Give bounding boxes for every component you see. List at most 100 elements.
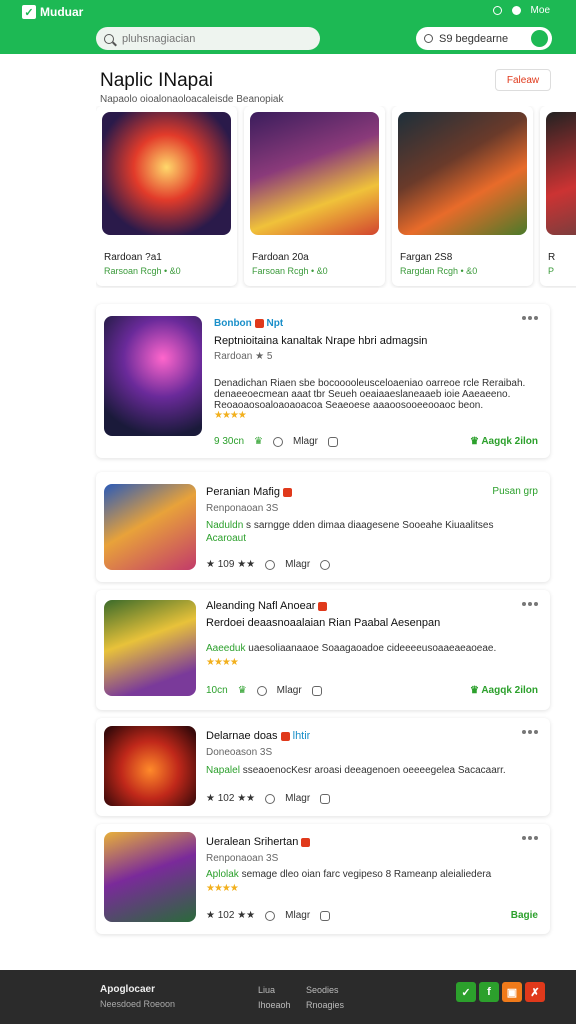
list-item[interactable]: Delarnae doas lhtir Doneoason 3S Napalel… (96, 718, 550, 816)
footer-sub: Neesdoed Roeoon (100, 999, 176, 1009)
account-label[interactable]: Moe (531, 5, 550, 16)
settings-icon[interactable] (511, 6, 521, 15)
stat-label: Mlagr (285, 559, 311, 570)
rating-stars: ★★★★ (214, 410, 246, 421)
more-options-icon[interactable] (522, 602, 538, 606)
media-icon[interactable]: ▣ (502, 982, 522, 1002)
footer-brand: Apoglocaer (100, 984, 156, 995)
comment-icon[interactable] (311, 685, 322, 696)
game-art (546, 112, 576, 235)
stat-label: Mlagr (293, 436, 319, 447)
footer-link[interactable]: Liua (258, 985, 275, 995)
rating-stars: ★★★★ (206, 883, 238, 894)
item-desc: Reoaoaosoaloaoaoacoa Seaeoese aaaoosooee… (214, 400, 484, 411)
search-icon (424, 34, 433, 43)
list-item[interactable]: Bonbon Npt Reptnioitaina kanaltak Nrape … (96, 304, 550, 458)
info-icon[interactable] (273, 436, 283, 447)
item-sub: Rardoan ★ 5 (214, 351, 273, 362)
game-thumbnail (104, 832, 196, 922)
featured-title: Rardoan ?a1 (104, 252, 162, 263)
item-badge: Bonbon Npt (214, 318, 284, 329)
notification-icon[interactable] (492, 6, 502, 15)
footer-link[interactable]: Rnoagies (306, 1000, 344, 1010)
item-stats: ★ 109 ★★ Mlagr (206, 559, 331, 570)
stat-label: Mlagr (276, 685, 302, 696)
item-stats: ★ 102 ★★ Mlagr (206, 910, 331, 921)
more-options-icon[interactable] (522, 836, 538, 840)
downloads-count: 10cn (206, 685, 228, 696)
comment-icon[interactable] (320, 793, 331, 804)
top-icons: Moe (492, 5, 550, 16)
info-icon[interactable] (265, 910, 276, 921)
featured-card[interactable]: R P (540, 106, 576, 286)
top-bar: ✓ Muduar Moe S9 begdearne (0, 0, 576, 54)
item-title: Delarnae doas lhtir (206, 730, 311, 742)
item-desc: Denadichan Riaen sbe bocooooleusceloaeni… (214, 378, 526, 389)
section-subtitle: Napaolo oioalonaoloacaleisde Beanopiak (100, 94, 284, 105)
featured-title: R (548, 252, 556, 263)
item-desc: Aplolak semage dleo oian farc vegipeso 8… (206, 869, 492, 880)
brand[interactable]: ✓ Muduar (22, 5, 83, 19)
rating-stars: ★★★★ (206, 657, 238, 668)
list-item[interactable]: Ueralean Srihertan Renponaoan 3S Aplolak… (96, 824, 550, 934)
install-button[interactable]: Bagie (511, 910, 538, 921)
close-share-icon[interactable]: ✗ (525, 982, 545, 1002)
info-icon[interactable] (265, 793, 276, 804)
featured-meta: Rarsoan Rcgh • &0 (104, 266, 181, 276)
info-icon[interactable] (256, 685, 267, 696)
footer-link[interactable]: Seodies (306, 985, 339, 995)
secondary-search[interactable]: S9 begdearne (416, 27, 552, 50)
item-desc: Aaeeduk uaesoliaanaaoe Soaagaoadoe cidee… (206, 643, 497, 654)
featured-card[interactable]: Rardoan ?a1 Rarsoan Rcgh • &0 (96, 106, 237, 286)
item-sub: Rerdoei deaasnoaalaian Rian Paabal Aesen… (206, 617, 441, 629)
featured-card[interactable]: Fardoan 20a Farsoan Rcgh • &0 (244, 106, 385, 286)
award-icon: ♛ (254, 436, 263, 447)
item-sub: Renponaoan 3S (206, 503, 279, 514)
more-options-icon[interactable] (522, 730, 538, 734)
game-thumbnail (104, 316, 202, 436)
list-item[interactable]: Peranian Mafig Pusan grp Renponaoan 3S N… (96, 472, 550, 582)
section-title: Naplic INapai (100, 70, 213, 91)
footer: Apoglocaer Neesdoed Roeoon Liua Ihoeaoh … (0, 970, 576, 1024)
view-all-button[interactable]: Faleaw (495, 69, 551, 91)
item-desc: Naduldn s sarngge dden dimaa diaagesene … (206, 520, 494, 531)
item-stats: 9 30cn ♛ Mlagr (214, 436, 339, 447)
game-art (398, 112, 527, 235)
comment-icon[interactable] (328, 436, 339, 447)
featured-card[interactable]: Fargan 2S8 Rargdan Rcgh • &0 (392, 106, 533, 286)
comment-icon[interactable] (320, 559, 331, 570)
item-stats: 10cn ♛ Mlagr (206, 685, 322, 696)
game-art (250, 112, 379, 235)
more-options-icon[interactable] (522, 316, 538, 320)
list-item[interactable]: Aleanding Nafl Anoear Rerdoei deaasnoaal… (96, 590, 550, 710)
install-button[interactable]: ♛ Aagqk 2ilon (470, 436, 538, 447)
item-title: Aleanding Nafl Anoear (206, 600, 328, 612)
item-tag[interactable]: Pusan grp (492, 486, 538, 497)
comment-icon[interactable] (320, 910, 331, 921)
share-icon[interactable]: ✓ (456, 982, 476, 1002)
item-title: Reptnioitaina kanaltak Nrape hbri admags… (214, 335, 428, 347)
featured-title: Fargan 2S8 (400, 252, 453, 263)
search-go-button[interactable] (531, 30, 548, 47)
brand-name: Muduar (40, 5, 84, 19)
install-button[interactable]: ♛ Aagqk 2ilon (470, 685, 538, 696)
featured-meta: Farsoan Rcgh • &0 (252, 266, 328, 276)
search-input[interactable] (122, 32, 292, 45)
search-bar[interactable] (96, 27, 320, 50)
award-icon: ♛ (237, 685, 247, 696)
footer-link[interactable]: Ihoeaoh (258, 1000, 291, 1010)
rating: ★ 102 ★★ (206, 793, 256, 804)
game-thumbnail (104, 600, 196, 696)
featured-meta: P (548, 266, 555, 276)
game-thumbnail (104, 484, 196, 570)
featured-title: Fardoan 20a (252, 252, 309, 263)
featured-carousel: Rardoan ?a1 Rarsoan Rcgh • &0 Fardoan 20… (96, 106, 576, 288)
game-art (102, 112, 231, 235)
info-icon[interactable] (265, 559, 276, 570)
item-desc-extra: Acaroaut (206, 533, 247, 544)
facebook-icon[interactable]: f (479, 982, 499, 1002)
search-icon (104, 33, 114, 44)
downloads-count: 9 30cn (214, 436, 245, 447)
item-title: Ueralean Srihertan (206, 836, 311, 848)
item-desc: denaeeoecmean aaat tbr Seueh oeaiaaeslan… (214, 389, 511, 400)
